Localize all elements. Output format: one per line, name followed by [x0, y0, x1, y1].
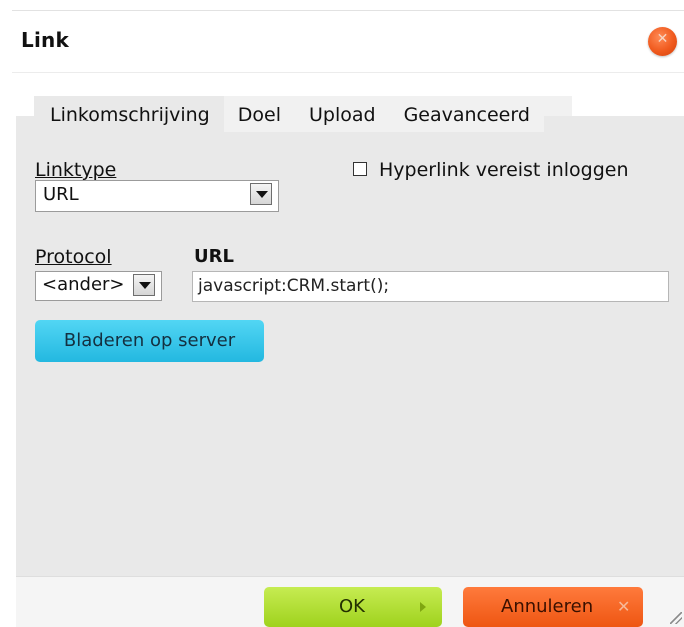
tab-doel[interactable]: Doel — [224, 96, 295, 132]
ok-button-label: OK — [339, 596, 365, 617]
linktype-label: Linktype — [35, 159, 117, 181]
resize-handle[interactable] — [670, 612, 682, 624]
chevron-down-icon[interactable] — [133, 274, 155, 296]
protocol-value: <ander> — [42, 274, 125, 295]
tab-linkomschrijving[interactable]: Linkomschrijving — [34, 96, 224, 132]
linktype-select[interactable]: URL — [35, 180, 279, 212]
login-required-checkbox[interactable] — [353, 162, 367, 176]
cancel-button[interactable]: Annuleren ✕ — [463, 587, 643, 627]
tab-upload[interactable]: Upload — [295, 96, 390, 132]
header-divider — [12, 72, 684, 73]
login-required-label: Hyperlink vereist inloggen — [379, 159, 629, 181]
chevron-down-icon[interactable] — [250, 183, 272, 205]
cancel-button-label: Annuleren — [501, 596, 594, 617]
close-button[interactable]: ✕ — [648, 27, 677, 56]
protocol-select[interactable]: <ander> — [35, 271, 162, 301]
browse-server-button[interactable]: Bladeren op server — [35, 320, 264, 362]
linktype-value: URL — [43, 184, 79, 205]
url-input-value: javascript:CRM.start(); — [198, 276, 390, 296]
url-label: URL — [194, 246, 234, 267]
top-border — [12, 10, 684, 11]
ok-button[interactable]: OK — [264, 587, 442, 627]
url-input[interactable]: javascript:CRM.start(); — [192, 271, 669, 302]
close-icon: ✕ — [656, 31, 669, 47]
arrow-right-icon — [420, 602, 426, 612]
close-icon: ✕ — [617, 597, 631, 616]
protocol-label: Protocol — [35, 246, 112, 268]
dialog-title: Link — [21, 28, 69, 52]
tab-bar: Linkomschrijving Doel Upload Geavanceerd — [34, 96, 544, 132]
tab-geavanceerd[interactable]: Geavanceerd — [390, 96, 544, 132]
